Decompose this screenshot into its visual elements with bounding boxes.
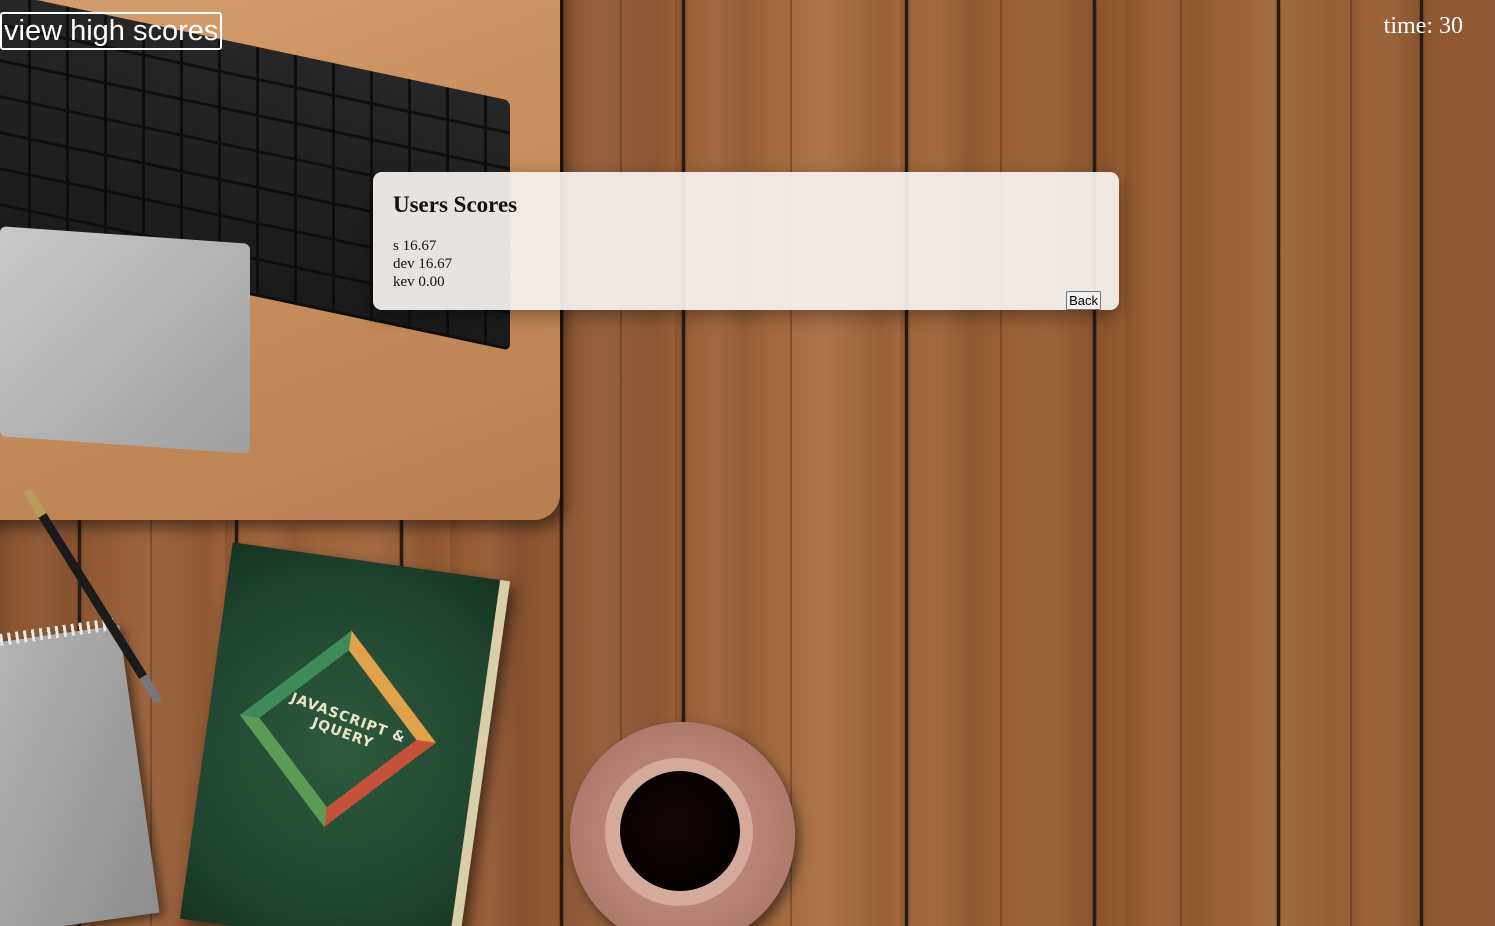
coffee-image: [620, 771, 740, 891]
score-row: s 16.67: [393, 237, 452, 255]
desk-background: JAVASCRIPT & JQUERY: [0, 0, 1495, 926]
wood-grain: [790, 0, 792, 926]
score-value: 16.67: [418, 256, 453, 272]
timer: time: 30: [1384, 12, 1463, 40]
wood-grain: [1180, 0, 1182, 926]
score-row: dev 16.67: [393, 255, 452, 273]
score-value: 16.67: [402, 238, 437, 254]
back-button[interactable]: Back: [1066, 291, 1101, 310]
timer-value: 30: [1439, 13, 1463, 39]
modal-title: Users Scores: [393, 192, 518, 217]
score-name: kev: [393, 274, 415, 290]
timer-label: time:: [1383, 13, 1433, 39]
plank-gap: [560, 0, 563, 926]
book-image: JAVASCRIPT & JQUERY: [179, 542, 511, 926]
scores-modal: Users Scores s 16.67 dev 16.67 kev 0.00 Bac…: [373, 172, 1119, 310]
score-value: 0.00: [418, 274, 445, 290]
trackpad-image: [0, 226, 250, 454]
plank-gap: [1420, 0, 1423, 926]
notebook-spiral: [0, 617, 120, 652]
score-row: kev 0.00: [393, 273, 452, 291]
plank-gap: [1093, 0, 1096, 926]
score-list: s 16.67 dev 16.67 kev 0.00: [393, 237, 452, 291]
wood-grain: [1000, 0, 1002, 926]
plank-gap: [1277, 0, 1280, 926]
score-name: s: [393, 238, 399, 254]
view-high-scores-link[interactable]: view high scores: [0, 12, 223, 50]
plank-gap: [905, 0, 908, 926]
wood-grain: [1350, 0, 1352, 926]
score-name: dev: [393, 256, 415, 272]
